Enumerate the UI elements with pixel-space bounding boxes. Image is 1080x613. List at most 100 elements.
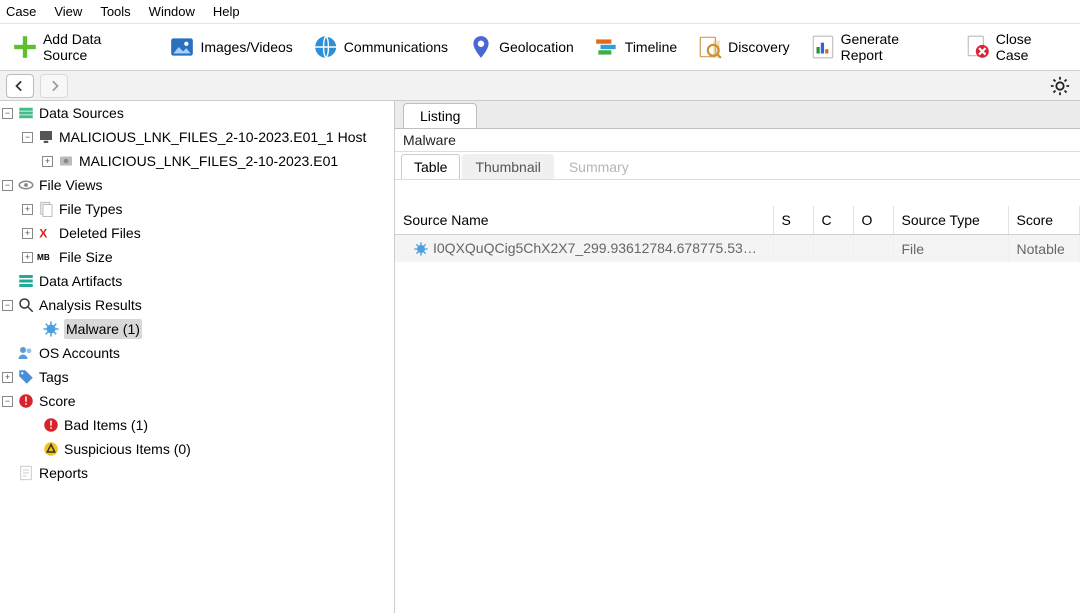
tree-os-accounts[interactable]: OS Accounts <box>0 341 394 365</box>
add-data-source-button[interactable]: Add Data Source <box>6 28 155 66</box>
images-videos-icon <box>169 34 195 60</box>
svg-text:X: X <box>39 227 47 241</box>
gear-icon <box>1049 75 1071 97</box>
collapse-icon[interactable]: − <box>2 300 13 311</box>
tab-summary: Summary <box>556 154 642 179</box>
tree-data-sources[interactable]: − Data Sources <box>0 101 394 125</box>
tree-suspicious-items[interactable]: Suspicious Items (0) <box>40 437 394 461</box>
images-videos-button[interactable]: Images/Videos <box>163 31 298 63</box>
add-data-source-label: Add Data Source <box>43 31 149 63</box>
report-chart-icon <box>810 34 836 60</box>
collapse-icon[interactable]: − <box>2 396 13 407</box>
menu-window[interactable]: Window <box>149 4 195 19</box>
communications-button[interactable]: Communications <box>307 31 454 63</box>
col-o[interactable]: O <box>853 206 893 235</box>
menu-help[interactable]: Help <box>213 4 240 19</box>
geolocation-pin-icon <box>468 34 494 60</box>
tab-thumbnail[interactable]: Thumbnail <box>462 154 553 179</box>
collapse-icon[interactable]: − <box>2 180 13 191</box>
tree-label: Analysis Results <box>39 295 142 315</box>
tree-label: Bad Items (1) <box>64 415 148 435</box>
expand-icon[interactable]: + <box>2 372 13 383</box>
cell-source-type: File <box>893 235 1008 263</box>
tree-image[interactable]: + MALICIOUS_LNK_FILES_2-10-2023.E01 <box>40 149 394 173</box>
tree-analysis-results[interactable]: − Analysis Results <box>0 293 394 317</box>
timeline-label: Timeline <box>625 39 677 55</box>
tree-label: File Types <box>59 199 123 219</box>
tree-score[interactable]: − Score <box>0 389 394 413</box>
collapse-icon[interactable]: − <box>22 132 33 143</box>
tree-label: MALICIOUS_LNK_FILES_2-10-2023.E01_1 Host <box>59 127 366 147</box>
deleted-files-icon: X <box>37 224 55 242</box>
accounts-icon <box>17 344 35 362</box>
menu-case[interactable]: Case <box>6 4 36 19</box>
eye-icon <box>17 176 35 194</box>
cell-o <box>853 235 893 263</box>
tree-tags[interactable]: + Tags <box>0 365 394 389</box>
listing-tab[interactable]: Listing <box>403 103 477 128</box>
generate-report-button[interactable]: Generate Report <box>804 28 951 66</box>
generate-report-label: Generate Report <box>841 31 945 63</box>
settings-button[interactable] <box>1046 74 1074 98</box>
arrow-left-icon <box>13 79 27 93</box>
back-button[interactable] <box>6 74 34 98</box>
col-source-name[interactable]: Source Name <box>395 206 773 235</box>
tree-file-views[interactable]: − File Views <box>0 173 394 197</box>
content-panel: Listing Malware Table Thumbnail Summary … <box>395 101 1080 613</box>
close-case-label: Close Case <box>996 31 1068 63</box>
expand-icon[interactable]: + <box>22 204 33 215</box>
menu-view[interactable]: View <box>54 4 82 19</box>
col-source-type[interactable]: Source Type <box>893 206 1008 235</box>
results-table-wrap: Source Name S C O Source Type Score I0QX… <box>395 206 1080 613</box>
discovery-label: Discovery <box>728 39 789 55</box>
col-s[interactable]: S <box>773 206 813 235</box>
svg-text:MB: MB <box>37 253 50 262</box>
disk-image-icon <box>57 152 75 170</box>
plus-icon <box>12 34 38 60</box>
tree-malware[interactable]: Malware (1) <box>40 317 394 341</box>
tree-reports[interactable]: Reports <box>0 461 394 485</box>
tree-label: Suspicious Items (0) <box>64 439 191 459</box>
timeline-button[interactable]: Timeline <box>588 31 683 63</box>
table-row[interactable]: I0QXQuQCig5ChX2X7_299.93612784.678775.53… <box>395 235 1080 263</box>
tree-deleted-files[interactable]: + X Deleted Files <box>20 221 394 245</box>
communications-label: Communications <box>344 39 448 55</box>
geolocation-button[interactable]: Geolocation <box>462 31 580 63</box>
discovery-icon <box>697 34 723 60</box>
tree-file-size[interactable]: + MB File Size <box>20 245 394 269</box>
view-tabs: Table Thumbnail Summary <box>395 152 1080 180</box>
forward-button[interactable] <box>40 74 68 98</box>
tree-panel: − Data Sources − MALICIOUS_LNK_FILES_2-1… <box>0 101 395 613</box>
listing-tabstrip: Listing <box>395 101 1080 129</box>
main-toolbar: Add Data Source Images/Videos Communicat… <box>0 24 1080 71</box>
tree-label: Deleted Files <box>59 223 141 243</box>
artifacts-icon <box>17 272 35 290</box>
tree-file-types[interactable]: + File Types <box>20 197 394 221</box>
col-c[interactable]: C <box>813 206 853 235</box>
close-case-button[interactable]: Close Case <box>959 28 1074 66</box>
geolocation-label: Geolocation <box>499 39 574 55</box>
expand-icon[interactable]: + <box>42 156 53 167</box>
datasource-icon <box>17 104 35 122</box>
tab-table[interactable]: Table <box>401 154 460 179</box>
tree-label: OS Accounts <box>39 343 120 363</box>
tag-icon <box>17 368 35 386</box>
alert-icon <box>17 392 35 410</box>
tree-host[interactable]: − MALICIOUS_LNK_FILES_2-10-2023.E01_1 Ho… <box>20 125 394 149</box>
tree-bad-items[interactable]: Bad Items (1) <box>40 413 394 437</box>
file-size-icon: MB <box>37 248 55 266</box>
expand-icon[interactable]: + <box>22 228 33 239</box>
menu-tools[interactable]: Tools <box>100 4 130 19</box>
cell-score: Notable <box>1008 235 1080 263</box>
cell-s <box>773 235 813 263</box>
expand-icon[interactable]: + <box>22 252 33 263</box>
discovery-button[interactable]: Discovery <box>691 31 795 63</box>
malware-icon <box>42 320 60 338</box>
tree-data-artifacts[interactable]: Data Artifacts <box>0 269 394 293</box>
host-icon <box>37 128 55 146</box>
alert-icon <box>42 416 60 434</box>
magnifier-icon <box>17 296 35 314</box>
collapse-icon[interactable]: − <box>2 108 13 119</box>
tree-label: File Views <box>39 175 103 195</box>
col-score[interactable]: Score <box>1008 206 1080 235</box>
